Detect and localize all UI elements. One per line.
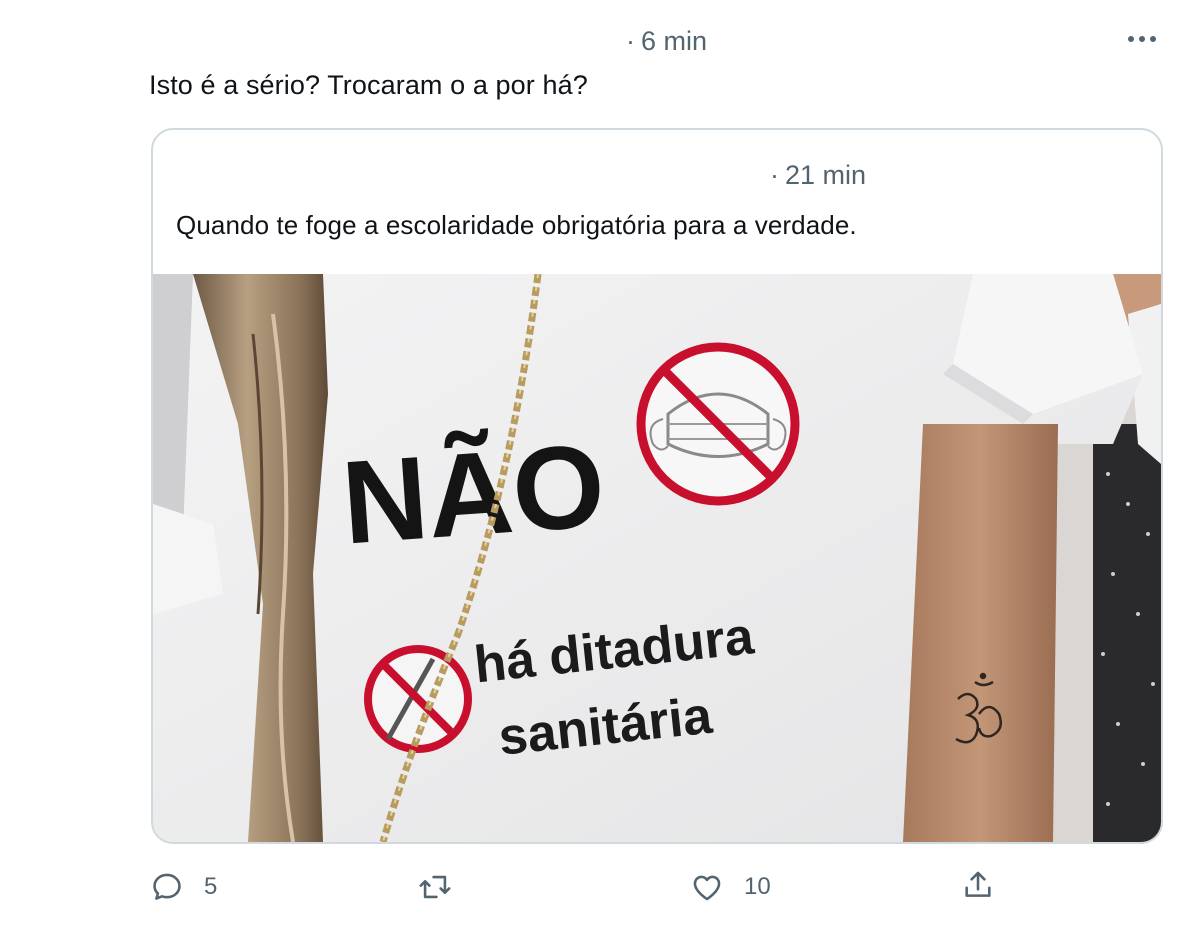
share-upload-icon <box>965 871 991 897</box>
tweet-text: Isto é a sério? Trocaram o a por há? <box>149 70 588 100</box>
quoted-tweet-timestamp[interactable]: · 21 min <box>770 160 866 191</box>
retweet-arrows-icon <box>419 875 451 899</box>
tweet-actions-bar: 5 10 <box>0 866 1190 910</box>
retweet-button[interactable] <box>418 870 472 904</box>
like-button[interactable]: 10 <box>690 870 771 904</box>
quoted-tweet-time-text: 21 min <box>785 160 867 190</box>
quoted-tweet-card[interactable]: · 21 min Quando te foge a escolaridade ob… <box>151 128 1163 844</box>
more-horizontal-icon <box>1128 36 1156 42</box>
quoted-tweet-text: Quando te foge a escolaridade obrigatóri… <box>176 210 857 240</box>
reply-bubble-icon <box>153 873 181 900</box>
no-mask-symbol <box>636 342 800 506</box>
reply-button[interactable]: 5 <box>150 870 217 904</box>
separator-dot: · <box>770 160 779 190</box>
tweet-time-text: 6 min <box>641 26 708 56</box>
reply-count: 5 <box>204 873 218 900</box>
shirt-text-nao: NÃO <box>338 420 609 570</box>
separator-dot: · <box>626 26 635 56</box>
tshirt-photo-illustration: NÃO há ditadura sanitária <box>153 274 1161 842</box>
more-options-button[interactable] <box>1125 27 1159 51</box>
tweet-photo[interactable]: NÃO há ditadura sanitária <box>153 274 1161 842</box>
like-count: 10 <box>744 873 771 900</box>
tweet-timestamp[interactable]: · 6 min <box>626 26 707 57</box>
share-button[interactable] <box>961 868 995 902</box>
heart-outline-icon <box>693 875 721 901</box>
